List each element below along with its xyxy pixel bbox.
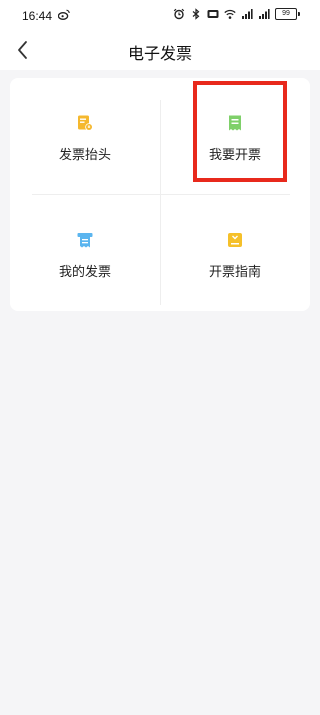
status-bar: 16:44 99 [0, 0, 320, 30]
weibo-icon [58, 9, 70, 20]
nav-bar: 电子发票 [0, 30, 320, 70]
invoice-guide-icon [228, 233, 242, 247]
invoice-guide-label: 开票指南 [208, 265, 261, 280]
signal-icon-2 [259, 9, 270, 19]
my-invoices-icon [77, 233, 93, 248]
invoice-title-item[interactable]: 发票抬头 [10, 78, 160, 194]
highlight-box [193, 81, 287, 182]
page-title: 电子发票 [127, 44, 192, 63]
invoice-title-label: 发票抬头 [58, 148, 111, 163]
bluetooth-icon [192, 8, 200, 20]
signal-icon [242, 9, 253, 19]
my-invoices-item[interactable]: 我的发票 [10, 195, 160, 311]
my-invoices-label: 我的发票 [58, 265, 111, 280]
status-time: 16:44 [22, 9, 53, 23]
wifi-icon [224, 9, 236, 19]
battery-level: 99 [275, 8, 297, 20]
invoice-title-icon [78, 115, 93, 131]
alarm-icon [173, 8, 185, 20]
invoice-guide-item[interactable]: 开票指南 [160, 195, 310, 311]
battery-icon: 99 [275, 8, 300, 20]
hd-icon [207, 10, 219, 18]
status-icons: 99 [173, 8, 300, 20]
